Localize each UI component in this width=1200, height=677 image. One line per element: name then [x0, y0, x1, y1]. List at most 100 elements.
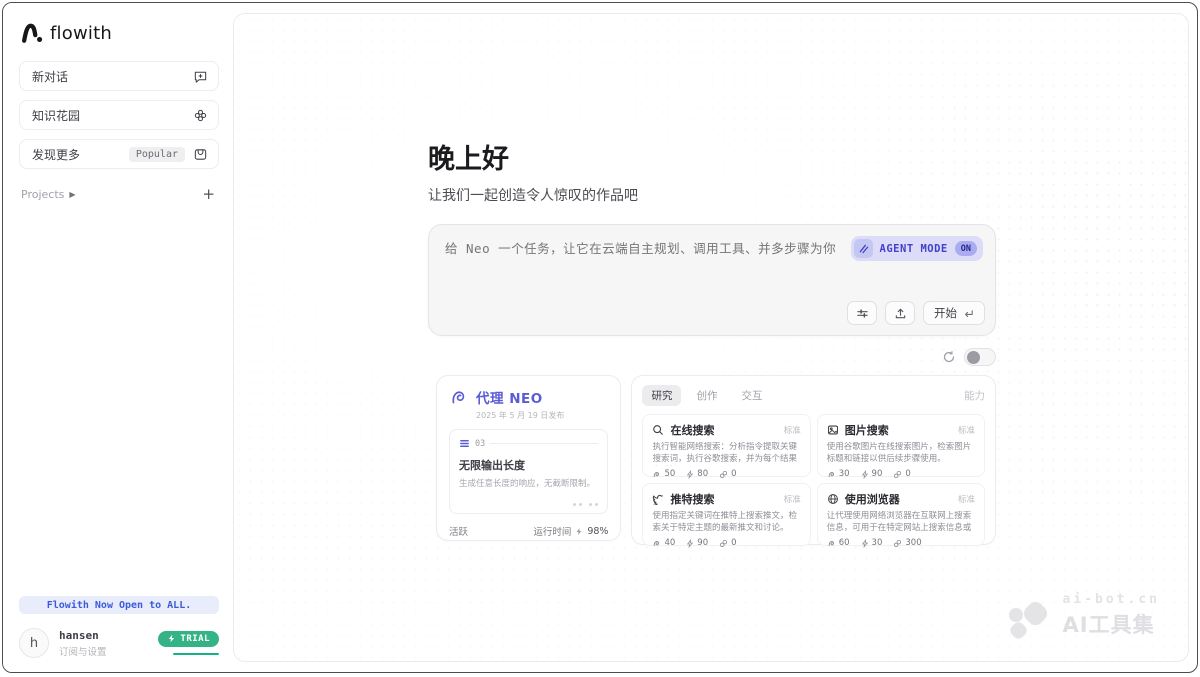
trial-wrap: TRIAL [158, 631, 219, 656]
upload-button[interactable] [885, 301, 915, 325]
tab-research[interactable]: 研究 [642, 385, 681, 406]
bolt-icon [167, 634, 176, 643]
stat-speed: 80 [697, 469, 708, 479]
capability-stats: 60 30 300 [827, 538, 975, 548]
cards-row: 代理 NEO 2025 年 5 月 19 日发布 03 无限输出长度 生成任意长… [428, 375, 996, 545]
upload-icon [894, 307, 907, 320]
avatar[interactable]: h [19, 628, 49, 658]
bolt-icon [861, 470, 869, 479]
capability-card-use-browser[interactable]: 使用浏览器 标准 让代理使用网络浏览器在互联网上搜索信息，可用于在特定网站上搜索… [817, 483, 985, 546]
trial-progress-bar [173, 653, 219, 656]
feature-description: 生成任意长度的响应，无截断限制。 [459, 477, 598, 489]
flower-icon [193, 108, 208, 123]
agent-mode-label: AGENT MODE [880, 243, 948, 255]
capability-tag: 标准 [958, 493, 975, 505]
capabilities-panel: 研究 创作 交互 能力 在线搜索 标准 执行智能网络搜索：分析指令提取 [631, 375, 996, 545]
sidebar-nav: 新对话 知识花园 发现更多 [19, 61, 219, 169]
projects-row: Projects ▶ + [19, 187, 219, 202]
tab-interact[interactable]: 交互 [732, 385, 771, 406]
main-panel: 晚上好 让我们一起创造令人惊叹的作品吧 AGENT MODE ON [233, 13, 1189, 662]
app-logo: flowith [19, 21, 219, 45]
divider-line [490, 443, 598, 444]
refresh-icon[interactable] [942, 350, 956, 364]
uptime-label: 运行时间 [533, 524, 571, 538]
task-composer[interactable]: AGENT MODE ON 开始 [428, 224, 996, 336]
capability-stats: 50 80 0 [652, 469, 800, 479]
chevron-right-icon: ▶ [69, 190, 75, 199]
projects-toggle[interactable]: Projects ▶ [21, 188, 76, 201]
feature-index: 03 [475, 439, 485, 449]
enter-icon [963, 308, 974, 319]
watermark-domain: ai-bot.cn [1063, 592, 1160, 607]
capabilities-tabs: 研究 创作 交互 能力 [642, 385, 985, 406]
stat-speed: 90 [697, 538, 708, 548]
link-icon [893, 539, 902, 548]
bolt-icon [575, 527, 583, 536]
mode-toggle-switch[interactable] [964, 348, 996, 366]
watermark-title: AI工具集 [1063, 609, 1160, 639]
stat-links: 0 [905, 469, 910, 479]
projects-label: Projects [21, 188, 64, 201]
user-meta[interactable]: hansen 订阅与设置 [59, 629, 158, 658]
toggle-row [428, 348, 996, 366]
stat-links: 300 [905, 538, 921, 548]
neo-glyph-icon [449, 387, 469, 407]
user-row: h hansen 订阅与设置 TRIAL [19, 628, 219, 658]
settings-sliders-button[interactable] [847, 301, 877, 325]
sidebar-bottom: Flowith Now Open to ALL. h hansen 订阅与设置 … [19, 596, 219, 658]
start-button[interactable]: 开始 [923, 301, 985, 325]
credit-icon [827, 470, 836, 479]
stat-speed: 30 [872, 538, 883, 548]
sidebar-item-label: 知识花园 [32, 107, 80, 124]
bolt-icon [861, 539, 869, 548]
capability-description: 使用谷歌图片在线搜索图片，检索图片标题和链接以供后续步骤使用。 [827, 442, 975, 466]
stat-links: 0 [731, 469, 736, 479]
sidebar-item-discover[interactable]: 发现更多 Popular [19, 139, 219, 169]
link-icon [719, 539, 728, 548]
agent-mode-state: ON [955, 241, 977, 256]
stat-links: 0 [731, 538, 736, 548]
capability-tag: 标准 [784, 493, 801, 505]
add-project-button[interactable]: + [202, 187, 215, 202]
credit-icon [652, 539, 661, 548]
search-icon [652, 424, 664, 436]
task-input[interactable] [445, 241, 835, 256]
stat-speed: 90 [872, 469, 883, 479]
neo-status: 活跃 [449, 524, 468, 538]
neo-agent-card[interactable]: 代理 NEO 2025 年 5 月 19 日发布 03 无限输出长度 生成任意长… [436, 375, 621, 541]
trial-label: TRIAL [180, 634, 210, 644]
capability-card-twitter-search[interactable]: 推特搜索 标准 使用指定关键词在推特上搜索推文，检索关于特定主题的最新推文和讨论… [642, 483, 810, 546]
twitter-icon [652, 493, 664, 505]
user-name: hansen [59, 629, 158, 642]
bolt-icon [686, 470, 694, 479]
greeting-subtitle: 让我们一起创造令人惊叹的作品吧 [428, 185, 996, 205]
neo-card-title: 代理 NEO [476, 387, 564, 407]
capability-card-online-search[interactable]: 在线搜索 标准 执行智能网络搜索：分析指令提取关键搜索词，执行谷歌搜索，并为每个… [642, 414, 810, 477]
capability-card-image-search[interactable]: 图片搜索 标准 使用谷歌图片在线搜索图片，检索图片标题和链接以供后续步骤使用。 … [817, 414, 985, 477]
capability-stats: 40 90 0 [652, 538, 800, 548]
capability-tag: 标准 [784, 424, 801, 436]
sidebar-item-knowledge-garden[interactable]: 知识花园 [19, 100, 219, 130]
sidebar-item-label: 发现更多 [32, 146, 80, 163]
neo-uptime: 运行时间 98% [533, 524, 608, 538]
agent-mode-toggle[interactable]: AGENT MODE ON [851, 236, 983, 261]
feature-title: 无限输出长度 [459, 457, 598, 473]
watermark: ai-bot.cn AI工具集 [1007, 592, 1160, 639]
sidebar-item-new-chat[interactable]: 新对话 [19, 61, 219, 91]
announcement-banner[interactable]: Flowith Now Open to ALL. [19, 596, 219, 614]
stat-credits: 40 [664, 538, 675, 548]
neo-release-date: 2025 年 5 月 19 日发布 [476, 410, 564, 421]
popular-badge: Popular [129, 147, 185, 162]
carousel-dots[interactable] [573, 503, 598, 506]
capability-description: 使用指定关键词在推特上搜索推文，检索关于特定主题的最新推文和讨论。 [652, 511, 800, 535]
capability-title: 在线搜索 [670, 422, 714, 438]
main-content: 晚上好 让我们一起创造令人惊叹的作品吧 AGENT MODE ON [428, 14, 996, 545]
capability-tag: 标准 [958, 424, 975, 436]
agent-mode-icon [854, 239, 873, 258]
sidebar: flowith 新对话 知识花园 [3, 3, 233, 672]
tab-create[interactable]: 创作 [687, 385, 726, 406]
capability-title: 使用浏览器 [845, 491, 900, 507]
trial-badge[interactable]: TRIAL [158, 631, 219, 647]
uptime-value: 98% [587, 526, 608, 537]
sliders-icon [856, 307, 869, 320]
